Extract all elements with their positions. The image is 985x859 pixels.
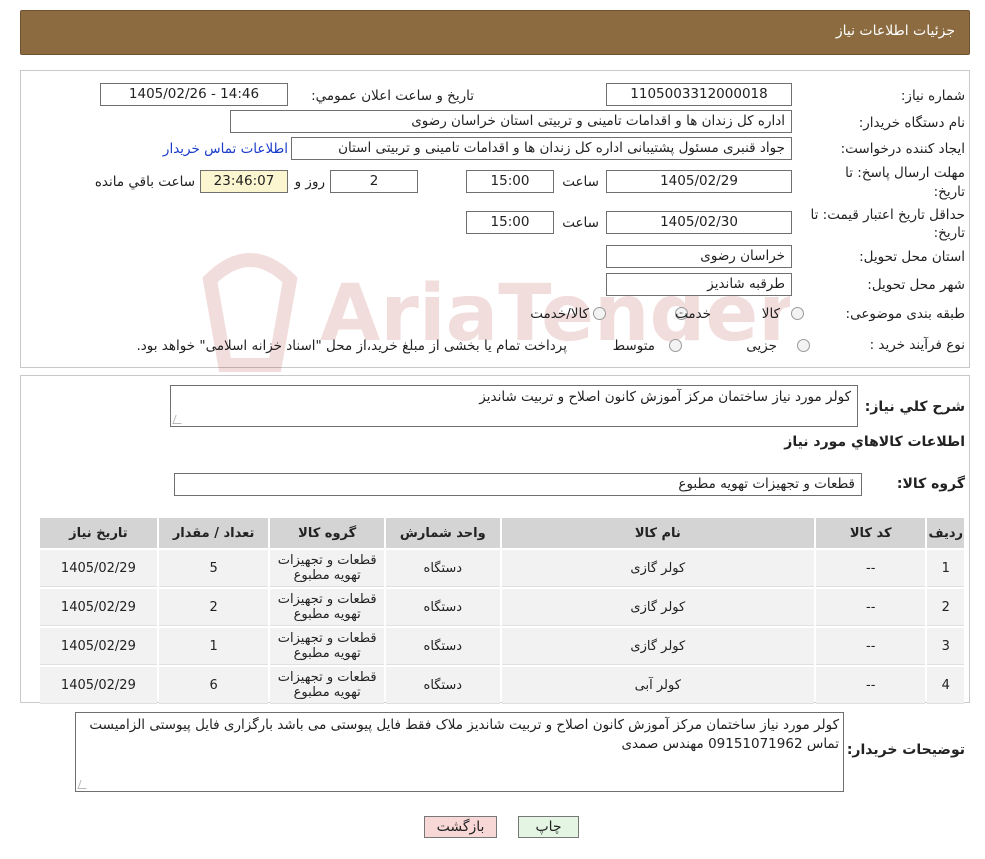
announce-field: 1405/02/26 - 14:46: [100, 83, 288, 106]
validity-time-field: 15:00: [466, 211, 554, 234]
deadline-label-2: تاریخ:: [933, 184, 965, 200]
buyer-contact-link[interactable]: اطلاعات تماس خریدار: [163, 141, 288, 157]
cell-goods-group: قطعات و تجهیزات تهویه مطبوع: [270, 589, 384, 626]
deadline-date-field: 1405/02/29: [606, 170, 792, 193]
cell-goods-code: --: [815, 628, 926, 665]
cell-unit: دستگاه: [385, 628, 500, 665]
cell-row-number: 2: [927, 589, 964, 626]
validity-label-2: تاریخ:: [933, 225, 965, 241]
process-option-minor: جزیی: [746, 338, 777, 354]
validity-time-label: ساعت: [562, 215, 599, 231]
validity-label: حداقل تاریخ اعتبار قیمت: تا: [810, 207, 965, 223]
buyer-notes-textarea[interactable]: کولر مورد نیاز ساختمان مرکز آموزش کانون …: [75, 712, 844, 792]
validity-date-field: 1405/02/30: [606, 211, 792, 234]
category-option-goods-service: کالا/خدمت: [530, 306, 589, 322]
buyer-notes-label: توضیحات خریدار:: [846, 742, 965, 758]
deadline-time-field: 15:00: [466, 170, 554, 193]
days-field: 2: [330, 170, 418, 193]
description-label: شرح کلي نیاز:: [864, 399, 965, 415]
process-payment-note: پرداخت تمام یا بخشی از مبلغ خرید،از محل …: [136, 338, 567, 354]
back-button[interactable]: بازگشت: [424, 816, 497, 838]
cell-row-number: 4: [927, 667, 964, 704]
cell-goods-name: کولر گازی: [501, 628, 814, 665]
city-field: طرقبه شاندیز: [606, 273, 792, 296]
remaining-time-label: ساعت باقي مانده: [94, 174, 195, 190]
col-row-number: رديف: [927, 518, 964, 548]
process-label: نوع فرآیند خرید :: [869, 337, 965, 353]
cell-unit: دستگاه: [385, 550, 500, 587]
cell-goods-group: قطعات و تجهیزات تهویه مطبوع: [270, 667, 384, 704]
col-goods-code: کد کالا: [815, 518, 926, 548]
col-unit: واحد شمارش: [385, 518, 500, 548]
goods-section-title: اطلاعات کالاهاي مورد نیاز: [784, 434, 965, 450]
cell-goods-name: کولر آبی: [501, 667, 814, 704]
cell-goods-name: کولر گازی: [501, 589, 814, 626]
cell-need-date: 1405/02/29: [40, 667, 157, 704]
cell-row-number: 3: [927, 628, 964, 665]
cell-goods-group: قطعات و تجهیزات تهویه مطبوع: [270, 550, 384, 587]
description-textarea[interactable]: کولر مورد نیاز ساختمان مرکز آموزش کانون …: [170, 385, 858, 427]
col-need-date: تاریخ نیاز: [40, 518, 157, 548]
cell-need-date: 1405/02/29: [40, 550, 157, 587]
cell-quantity: 2: [158, 589, 269, 626]
cell-unit: دستگاه: [385, 589, 500, 626]
cell-quantity: 1: [158, 628, 269, 665]
announce-label: تاریخ و ساعت اعلان عمومي:: [311, 88, 474, 104]
table-row: 2 -- کولر گازی دستگاه قطعات و تجهیزات ته…: [40, 589, 964, 626]
cell-quantity: 6: [158, 667, 269, 704]
table-row: 4 -- کولر آبی دستگاه قطعات و تجهیزات تهو…: [40, 667, 964, 704]
process-radio-minor[interactable]: [797, 339, 810, 352]
cell-goods-name: کولر گازی: [501, 550, 814, 587]
col-quantity: تعداد / مقدار: [158, 518, 269, 548]
cell-goods-code: --: [815, 550, 926, 587]
resize-handle-icon[interactable]: [77, 780, 90, 789]
need-number-field: 1105003312000018: [606, 83, 792, 106]
cell-goods-code: --: [815, 589, 926, 626]
cell-need-date: 1405/02/29: [40, 628, 157, 665]
page-title: جزئیات اطلاعات نیاز: [835, 23, 955, 39]
deadline-label: مهلت ارسال پاسخ: تا: [845, 165, 965, 181]
buyer-org-label: نام دستگاه خریدار:: [858, 115, 965, 131]
category-option-service: خدمت: [675, 306, 711, 322]
city-label: شهر محل تحویل:: [867, 277, 965, 293]
cell-quantity: 5: [158, 550, 269, 587]
cell-row-number: 1: [927, 550, 964, 587]
days-label: روز و: [294, 174, 325, 190]
category-label: طبقه بندی موضوعی:: [845, 306, 965, 322]
process-option-medium: متوسط: [612, 338, 655, 354]
process-radio-medium[interactable]: [669, 339, 682, 352]
category-radio-goods-service[interactable]: [593, 307, 606, 320]
col-goods-group: گروه کالا: [270, 518, 384, 548]
cell-unit: دستگاه: [385, 667, 500, 704]
province-label: استان محل تحویل:: [859, 249, 965, 265]
table-row: 1 -- کولر گازی دستگاه قطعات و تجهیزات ته…: [40, 550, 964, 587]
category-option-goods: کالا: [761, 306, 780, 322]
goods-group-label: گروه کالا:: [896, 476, 965, 492]
description-text: کولر مورد نیاز ساختمان مرکز آموزش کانون …: [479, 389, 851, 405]
cell-goods-code: --: [815, 667, 926, 704]
print-button[interactable]: چاپ: [518, 816, 579, 838]
deadline-time-label: ساعت: [562, 174, 599, 190]
province-field: خراسان رضوی: [606, 245, 792, 268]
buyer-org-field: اداره کل زندان ها و اقدامات تامینی و ترب…: [230, 110, 792, 133]
buyer-notes-text: کولر مورد نیاز ساختمان مرکز آموزش کانون …: [89, 717, 839, 752]
cell-goods-group: قطعات و تجهیزات تهویه مطبوع: [270, 628, 384, 665]
page-header: جزئیات اطلاعات نیاز: [20, 10, 970, 55]
need-number-label: شماره نیاز:: [900, 88, 965, 104]
table-row: 3 -- کولر گازی دستگاه قطعات و تجهیزات ته…: [40, 628, 964, 665]
resize-handle-icon[interactable]: [172, 415, 185, 424]
creator-label: ایجاد کننده درخواست:: [840, 141, 965, 157]
cell-need-date: 1405/02/29: [40, 589, 157, 626]
category-radio-goods[interactable]: [791, 307, 804, 320]
table-header-row: رديف کد کالا نام کالا واحد شمارش گروه کا…: [40, 518, 964, 548]
remaining-time-field: 23:46:07: [200, 170, 288, 193]
goods-group-field: قطعات و تجهیزات تهویه مطبوع: [174, 473, 862, 496]
col-goods-name: نام کالا: [501, 518, 814, 548]
goods-table: رديف کد کالا نام کالا واحد شمارش گروه کا…: [38, 516, 966, 706]
creator-field: جواد قنبری مسئول پشتیبانی اداره کل زندان…: [291, 137, 792, 160]
